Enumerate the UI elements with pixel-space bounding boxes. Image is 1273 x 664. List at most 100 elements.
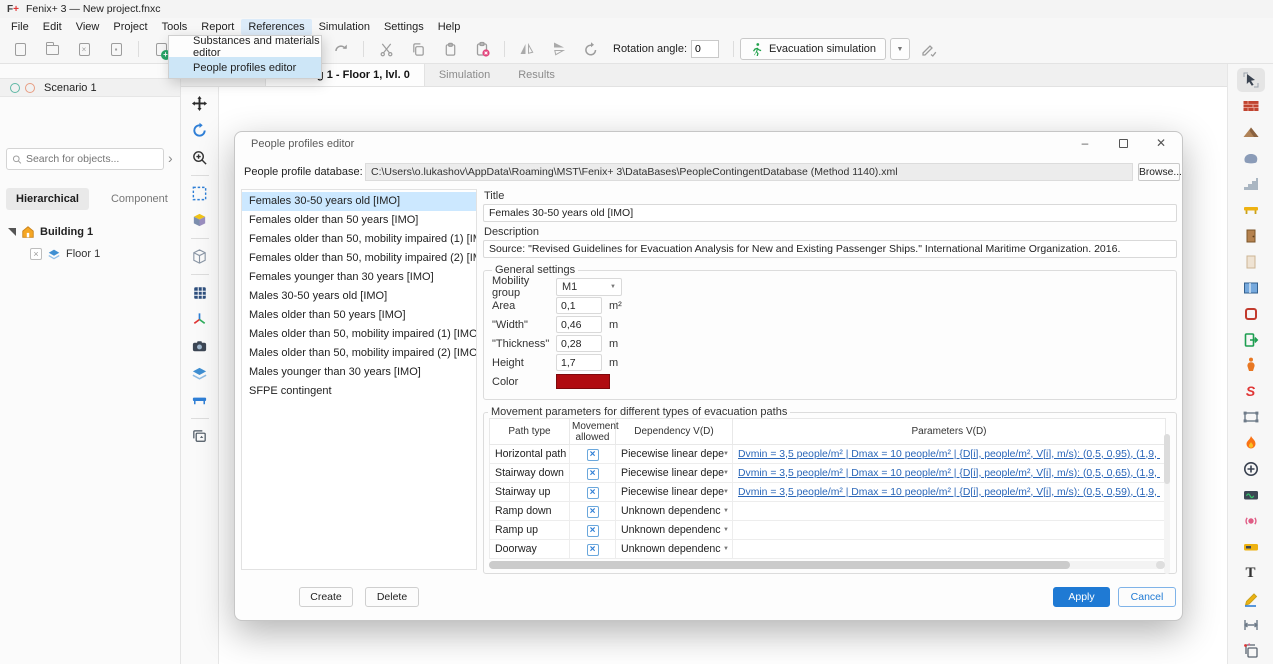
title-field[interactable] xyxy=(483,204,1177,222)
create-button[interactable]: Create xyxy=(299,587,353,607)
profile-list-item[interactable]: Males older than 50, mobility impaired (… xyxy=(242,325,476,344)
cancel-button[interactable]: Cancel xyxy=(1118,587,1176,607)
movement-allowed-checkbox[interactable]: × xyxy=(587,544,599,556)
select-tool-icon[interactable] xyxy=(1237,68,1265,92)
tree-item-building[interactable]: Building 1 xyxy=(8,224,93,240)
mobility-group-select[interactable]: M1 ▼ xyxy=(556,278,622,296)
dependency-select[interactable]: Unknown dependenc▼ xyxy=(616,502,733,521)
table-horizontal-scrollbar[interactable] xyxy=(489,561,1165,569)
menu-view[interactable]: View xyxy=(69,19,107,35)
furniture-icon[interactable] xyxy=(188,389,212,413)
rotate-icon[interactable] xyxy=(580,38,602,60)
browse-button[interactable]: Browse... xyxy=(1138,163,1180,181)
close-icon[interactable]: ✕ xyxy=(1154,136,1168,150)
dependency-select[interactable]: Piecewise linear depe▼ xyxy=(616,483,733,502)
tab-component[interactable]: Component xyxy=(101,188,178,210)
grid-icon[interactable] xyxy=(188,281,212,305)
parameters-link[interactable]: Dvmin = 3,5 people/m² | Dmax = 10 people… xyxy=(738,487,1160,498)
dependency-select[interactable]: Unknown dependenc▼ xyxy=(616,540,733,559)
movement-allowed-checkbox[interactable]: × xyxy=(587,525,599,537)
profile-list-item[interactable]: Females older than 50, mobility impaired… xyxy=(242,249,476,268)
layers-icon[interactable] xyxy=(188,362,212,386)
delete-button[interactable]: Delete xyxy=(365,587,419,607)
fit-view-icon[interactable] xyxy=(188,182,212,206)
profile-list-item[interactable]: Females older than 50 years [IMO] xyxy=(242,211,476,230)
parameters-link[interactable]: Dvmin = 3,5 people/m² | Dmax = 10 people… xyxy=(738,468,1160,479)
table-vertical-scrollbar[interactable] xyxy=(1164,434,1170,574)
menu-references[interactable]: References xyxy=(241,19,311,35)
target-tool-icon[interactable] xyxy=(1237,457,1265,481)
area-field[interactable] xyxy=(556,297,602,314)
hole-tool-icon[interactable] xyxy=(1237,302,1265,326)
height-field[interactable] xyxy=(556,354,602,371)
menu-edit[interactable]: Edit xyxy=(36,19,69,35)
clone-tool-icon[interactable] xyxy=(1237,639,1265,663)
menu-settings[interactable]: Settings xyxy=(377,19,431,35)
menu-item-people-profiles-editor[interactable]: People profiles editor xyxy=(169,57,321,78)
movement-allowed-checkbox[interactable]: × xyxy=(587,506,599,518)
move-icon[interactable] xyxy=(188,92,212,116)
scenario-item[interactable]: Scenario 1 xyxy=(0,78,180,97)
open-folder-icon[interactable] xyxy=(41,38,63,60)
minimize-icon[interactable]: – xyxy=(1078,136,1092,150)
thickness-field[interactable] xyxy=(556,335,602,352)
axes-icon[interactable] xyxy=(188,308,212,332)
profile-list-item[interactable]: Males older than 50 years [IMO] xyxy=(242,306,476,325)
tab-hierarchical[interactable]: Hierarchical xyxy=(6,188,89,210)
chevron-right-icon[interactable]: › xyxy=(168,150,173,166)
rotate-view-icon[interactable] xyxy=(188,119,212,143)
description-field[interactable] xyxy=(483,240,1177,258)
movement-allowed-checkbox[interactable]: × xyxy=(587,468,599,480)
cube-icon[interactable] xyxy=(188,209,212,233)
width-field[interactable] xyxy=(556,316,602,333)
window-titlebar[interactable]: F+ Fenix+ 3 — New project.fnxc xyxy=(0,0,1273,18)
sensor-tool-icon[interactable] xyxy=(1237,483,1265,507)
dependency-select[interactable]: Piecewise linear depe▼ xyxy=(616,464,733,483)
flip-horizontal-icon[interactable] xyxy=(516,38,538,60)
profile-list-item[interactable]: Females older than 50, mobility impaired… xyxy=(242,230,476,249)
screenshot-icon[interactable] xyxy=(188,335,212,359)
menu-project[interactable]: Project xyxy=(106,19,154,35)
floor-checkbox[interactable]: × xyxy=(30,248,42,260)
menu-report[interactable]: Report xyxy=(194,19,241,35)
route-tool-icon[interactable]: S xyxy=(1237,379,1265,403)
menu-file[interactable]: File xyxy=(4,19,36,35)
movement-allowed-checkbox[interactable]: × xyxy=(587,487,599,499)
profile-list-item[interactable]: Females 30-50 years old [IMO] xyxy=(242,192,476,211)
fire-tool-icon[interactable] xyxy=(1237,431,1265,455)
doorway-tool-icon[interactable] xyxy=(1237,250,1265,274)
tab-simulation[interactable]: Simulation xyxy=(425,64,504,86)
maximize-icon[interactable] xyxy=(1116,136,1130,150)
sign-off-icon[interactable] xyxy=(918,38,940,60)
profile-list-item[interactable]: Males younger than 30 years [IMO] xyxy=(242,363,476,382)
ramp-tool-icon[interactable] xyxy=(1237,120,1265,144)
stairway-tool-icon[interactable] xyxy=(1237,172,1265,196)
person-tool-icon[interactable] xyxy=(1237,353,1265,377)
parameters-link[interactable]: Dvmin = 3,5 people/m² | Dmax = 10 people… xyxy=(738,449,1160,460)
new-document-icon[interactable] xyxy=(9,38,31,60)
window-tool-icon[interactable] xyxy=(1237,276,1265,300)
menu-help[interactable]: Help xyxy=(431,19,468,35)
search-box[interactable] xyxy=(6,148,164,170)
text-tool-icon[interactable]: T xyxy=(1237,561,1265,585)
dependency-select[interactable]: Piecewise linear depe▼ xyxy=(616,445,733,464)
tree-item-floor[interactable]: × Floor 1 xyxy=(30,246,100,262)
close-document-icon[interactable]: × xyxy=(73,38,95,60)
panels-icon[interactable] xyxy=(188,425,212,449)
redo-icon[interactable] xyxy=(330,38,352,60)
area-tool-icon[interactable] xyxy=(1237,146,1265,170)
flip-vertical-icon[interactable] xyxy=(548,38,570,60)
copy-icon[interactable] xyxy=(407,38,429,60)
save-document-icon[interactable]: ▪ xyxy=(105,38,127,60)
paste-icon[interactable] xyxy=(439,38,461,60)
menu-tools[interactable]: Tools xyxy=(155,19,195,35)
simulation-dropdown-button[interactable]: ▼ xyxy=(890,38,910,60)
movement-allowed-checkbox[interactable]: × xyxy=(587,449,599,461)
database-path-field[interactable] xyxy=(365,163,1133,181)
tab-results[interactable]: Results xyxy=(504,64,569,86)
region-tool-icon[interactable] xyxy=(1237,405,1265,429)
zoom-icon[interactable] xyxy=(188,146,212,170)
dimension-tool-icon[interactable] xyxy=(1237,613,1265,637)
dependency-select[interactable]: Unknown dependenc▼ xyxy=(616,521,733,540)
apply-button[interactable]: Apply xyxy=(1053,587,1110,607)
